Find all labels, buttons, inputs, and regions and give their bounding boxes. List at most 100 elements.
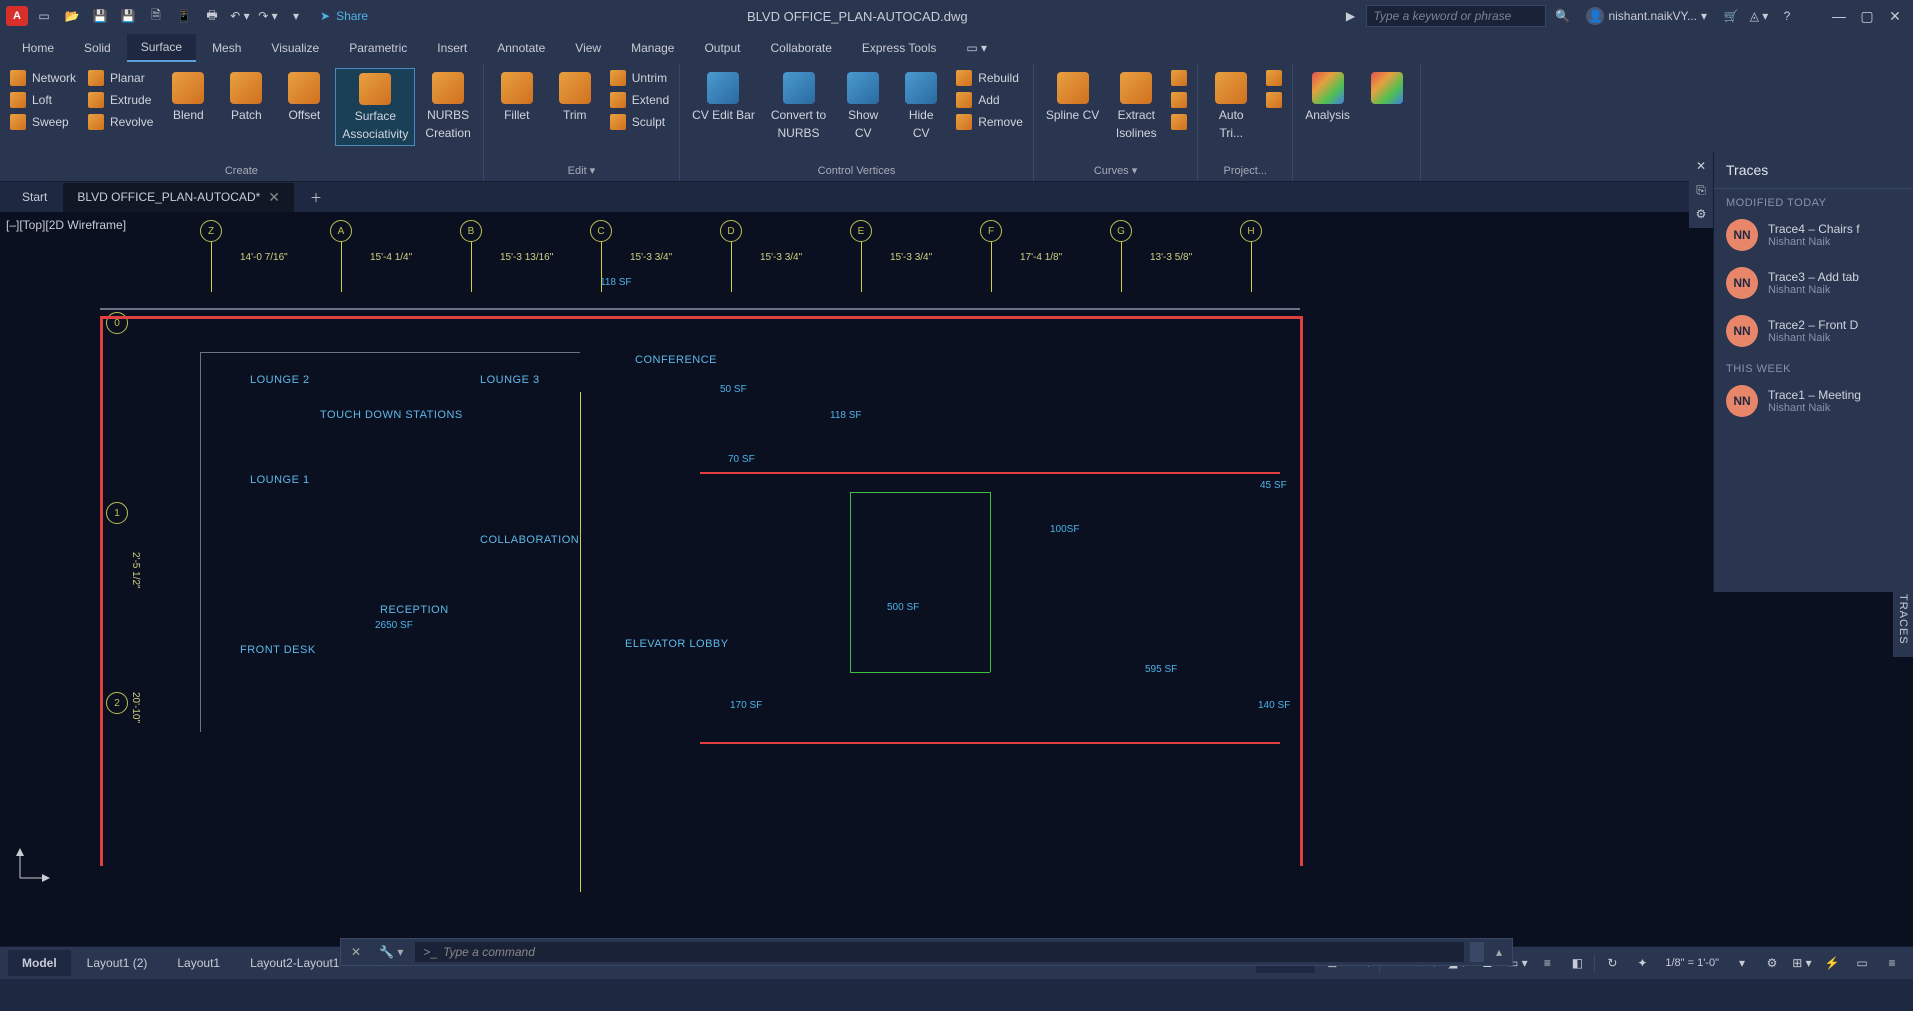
sweep-button[interactable]: Sweep (6, 112, 80, 132)
drawing-canvas[interactable]: [–][Top][2D Wireframe] ZABCDEFGH 14'-0 7… (0, 212, 1913, 946)
trace-item[interactable]: NNTrace4 – Chairs fNishant Naik (1714, 211, 1913, 259)
hide-cv-button[interactable]: HideCV (894, 68, 948, 144)
analysis-button[interactable]: Analysis (1299, 68, 1356, 126)
trim-button[interactable]: Trim (548, 68, 602, 126)
blend-button[interactable]: Blend (161, 68, 215, 126)
qat-new-icon[interactable]: ▭ (32, 4, 56, 28)
annomonitor-icon[interactable]: ✦ (1629, 950, 1655, 976)
command-line[interactable]: ✕ 🔧 ▾ >_ Type a command ▴ (340, 938, 1513, 966)
qat-undo-icon[interactable]: ↶ ▾ (228, 4, 252, 28)
app-icon[interactable]: A (6, 6, 28, 26)
extrude-button[interactable]: Extrude (84, 90, 157, 110)
tab-insert[interactable]: Insert (423, 35, 481, 61)
convert-nurbs-button[interactable]: Convert toNURBS (765, 68, 832, 144)
cv-rebuild-button[interactable]: Rebuild (952, 68, 1027, 88)
cv-remove-button[interactable]: Remove (952, 112, 1027, 132)
panel-pin-icon[interactable]: ⎘ (1689, 180, 1713, 200)
qat-open-icon[interactable]: 📂 (60, 4, 84, 28)
help-icon[interactable]: ? (1775, 4, 1799, 28)
hardware-icon[interactable]: ⚡ (1819, 950, 1845, 976)
cycling-icon[interactable]: ↻ (1599, 950, 1625, 976)
extract-isolines-button[interactable]: ExtractIsolines (1109, 68, 1163, 144)
analysis-more-button[interactable] (1360, 68, 1414, 108)
revolve-button[interactable]: Revolve (84, 112, 157, 132)
autodesk-app-icon[interactable]: ◬ ▾ (1747, 4, 1771, 28)
document-tab[interactable]: BLVD OFFICE_PLAN-AUTOCAD* ✕ (63, 183, 294, 212)
offset-button[interactable]: Offset (277, 68, 331, 126)
cmd-input[interactable]: >_ Type a command (415, 942, 1464, 962)
trace-item[interactable]: NNTrace1 – MeetingNishant Naik (1714, 377, 1913, 425)
cmd-scrollbar[interactable] (1470, 942, 1484, 962)
lineweight-icon[interactable]: ≡ (1534, 950, 1560, 976)
curve-opt3[interactable] (1167, 112, 1191, 132)
curve-opt2[interactable] (1167, 90, 1191, 110)
minimize-button[interactable]: — (1827, 4, 1851, 28)
tab-surface[interactable]: Surface (127, 34, 196, 62)
panel-edit-label[interactable]: Edit ▾ (490, 162, 673, 179)
spline-cv-button[interactable]: Spline CV (1040, 68, 1105, 144)
tab-view[interactable]: View (561, 35, 615, 61)
layout-tab-layout2-layout1[interactable]: Layout2-Layout1 (236, 950, 353, 976)
search-input[interactable]: Type a keyword or phrase (1366, 5, 1546, 27)
cleanscreen-icon[interactable]: ▭ (1849, 950, 1875, 976)
layout-tab-model[interactable]: Model (8, 950, 71, 976)
cmd-wrench-icon[interactable]: 🔧 ▾ (373, 945, 409, 959)
tab-manage[interactable]: Manage (617, 35, 688, 61)
panel-close-icon[interactable]: ✕ (1689, 156, 1713, 176)
search-icon[interactable]: 🔍 (1550, 4, 1574, 28)
tab-output[interactable]: Output (690, 35, 754, 61)
customize-icon[interactable]: ≡ (1879, 950, 1905, 976)
planar-button[interactable]: Planar (84, 68, 157, 88)
cmd-expand-icon[interactable]: ▴ (1490, 945, 1508, 959)
proj-opt1[interactable] (1262, 68, 1286, 88)
cv-add-button[interactable]: Add (952, 90, 1027, 110)
new-tab-button[interactable]: ＋ (296, 183, 336, 212)
tab-parametric[interactable]: Parametric (335, 35, 421, 61)
transparency-icon[interactable]: ◧ (1564, 950, 1590, 976)
qat-dropdown-icon[interactable]: ▾ (284, 4, 308, 28)
cv-edit-bar-button[interactable]: CV Edit Bar (686, 68, 761, 144)
extend-button[interactable]: Extend (606, 90, 673, 110)
qat-print-icon[interactable]: 🗎 (144, 4, 168, 28)
cmd-close-icon[interactable]: ✕ (345, 945, 367, 959)
title-nav-icon[interactable]: ▶ (1338, 4, 1362, 28)
scale-display[interactable]: 1/8" = 1'-0" (1659, 953, 1725, 973)
qat-saveas-icon[interactable]: 💾 (116, 4, 140, 28)
auto-trim-button[interactable]: AutoTri... (1204, 68, 1258, 144)
qat-save-icon[interactable]: 💾 (88, 4, 112, 28)
untrim-button[interactable]: Untrim (606, 68, 673, 88)
maximize-button[interactable]: ▢ (1855, 4, 1879, 28)
scale-dropdown-icon[interactable]: ▾ (1729, 950, 1755, 976)
qat-plot-icon[interactable]: 🖶 (200, 4, 224, 28)
show-cv-button[interactable]: ShowCV (836, 68, 890, 144)
nurbs-creation-button[interactable]: NURBSCreation (419, 68, 476, 144)
proj-opt2[interactable] (1262, 90, 1286, 110)
traces-side-tab[interactable]: TRACES (1893, 582, 1913, 657)
panel-curves-label[interactable]: Curves ▾ (1040, 162, 1191, 179)
panel-settings-icon[interactable]: ⚙ (1689, 204, 1713, 224)
tab-solid[interactable]: Solid (70, 35, 125, 61)
trace-item[interactable]: NNTrace2 – Front DNishant Naik (1714, 307, 1913, 355)
tab-collaborate[interactable]: Collaborate (757, 35, 846, 61)
loft-button[interactable]: Loft (6, 90, 80, 110)
curve-opt1[interactable] (1167, 68, 1191, 88)
gear-icon[interactable]: ⚙ (1759, 950, 1785, 976)
tab-home[interactable]: Home (8, 35, 68, 61)
user-menu[interactable]: 👤 nishant.naikVY...▾ (1578, 7, 1715, 25)
sculpt-button[interactable]: Sculpt (606, 112, 673, 132)
patch-button[interactable]: Patch (219, 68, 273, 126)
layout-tab-layout1[interactable]: Layout1 (163, 950, 234, 976)
workspace-icon[interactable]: ⊞ ▾ (1789, 950, 1815, 976)
start-tab[interactable]: Start (8, 184, 61, 210)
tab-annotate[interactable]: Annotate (483, 35, 559, 61)
trace-item[interactable]: NNTrace3 – Add tabNishant Naik (1714, 259, 1913, 307)
qat-mobile-icon[interactable]: 📱 (172, 4, 196, 28)
viewport-label[interactable]: [–][Top][2D Wireframe] (6, 218, 126, 232)
close-button[interactable]: ✕ (1883, 4, 1907, 28)
layout-tab-layout1-2-[interactable]: Layout1 (2) (73, 950, 162, 976)
tab-express-tools[interactable]: Express Tools (848, 35, 950, 61)
tab-mesh[interactable]: Mesh (198, 35, 255, 61)
fillet-button[interactable]: Fillet (490, 68, 544, 126)
share-button[interactable]: ➤ Share (312, 9, 376, 23)
cart-icon[interactable]: 🛒 (1719, 4, 1743, 28)
